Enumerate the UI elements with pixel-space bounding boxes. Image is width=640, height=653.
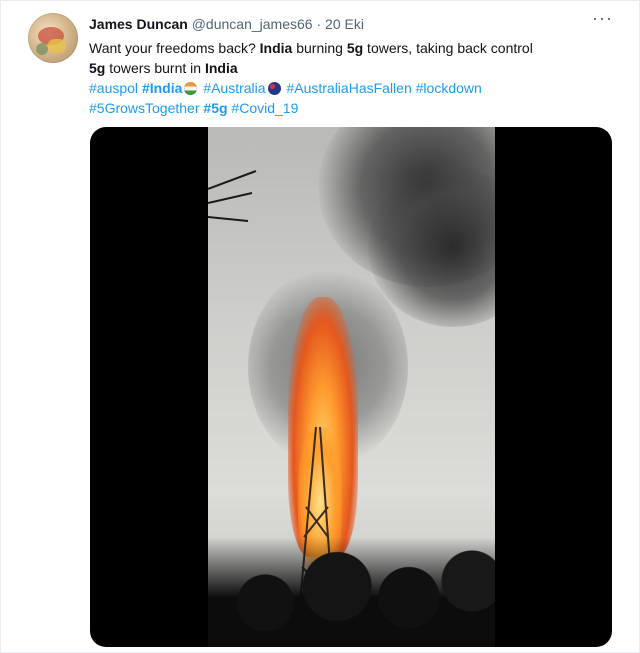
avatar[interactable]	[28, 13, 78, 63]
video-frame	[208, 127, 495, 647]
display-name[interactable]: James Duncan	[89, 16, 188, 32]
text-highlight: India	[204, 60, 238, 76]
tweet-card[interactable]: James Duncan @duncan_james66 · 20 Eki ··…	[0, 0, 640, 653]
hashtag-line-1: #auspol #India #Australia #AustraliaHasF…	[89, 78, 609, 98]
text-segment: Want your freedoms back?	[89, 40, 260, 56]
hashtag-5g[interactable]: #5g	[203, 100, 227, 116]
tweet-text: Want your freedoms back? India burning 5…	[89, 38, 609, 118]
text-highlight: 5g	[346, 40, 364, 56]
text-highlight: 5g	[89, 60, 106, 76]
tweet-line-1: Want your freedoms back? India burning 5…	[89, 38, 609, 58]
hashtag-lockdown[interactable]: #lockdown	[416, 80, 482, 96]
hashtag-line-2: #5GrowsTogether #5g #Covid_19	[89, 98, 609, 118]
tweet-date[interactable]: 20 Eki	[325, 16, 364, 32]
tweet-header: James Duncan @duncan_james66 · 20 Eki	[89, 15, 364, 33]
text-segment: towers, taking back control	[363, 40, 533, 56]
hashtag-covid-19[interactable]: #Covid_19	[231, 100, 298, 116]
tree-branch	[208, 170, 257, 222]
more-options-icon[interactable]: ···	[592, 9, 613, 27]
user-handle[interactable]: @duncan_james66	[192, 16, 313, 32]
text-segment: towers burnt in	[105, 60, 205, 76]
hashtag-auspol[interactable]: #auspol	[89, 80, 138, 96]
hashtag-australia-has-fallen[interactable]: #AustraliaHasFallen	[286, 80, 411, 96]
text-highlight: India	[259, 40, 293, 56]
text-segment: burning	[292, 40, 347, 56]
tree-line	[208, 537, 495, 647]
india-flag-icon	[184, 82, 198, 95]
meta-separator: ·	[316, 16, 322, 32]
hashtag-australia[interactable]: #Australia	[203, 80, 265, 96]
hashtag-5grows-together[interactable]: #5GrowsTogether	[89, 100, 200, 116]
australia-flag-icon	[267, 82, 281, 95]
tweet-line-2: 5g towers burnt in India	[89, 58, 609, 78]
video-player[interactable]	[90, 127, 612, 647]
hashtag-india[interactable]: #India	[142, 80, 182, 96]
